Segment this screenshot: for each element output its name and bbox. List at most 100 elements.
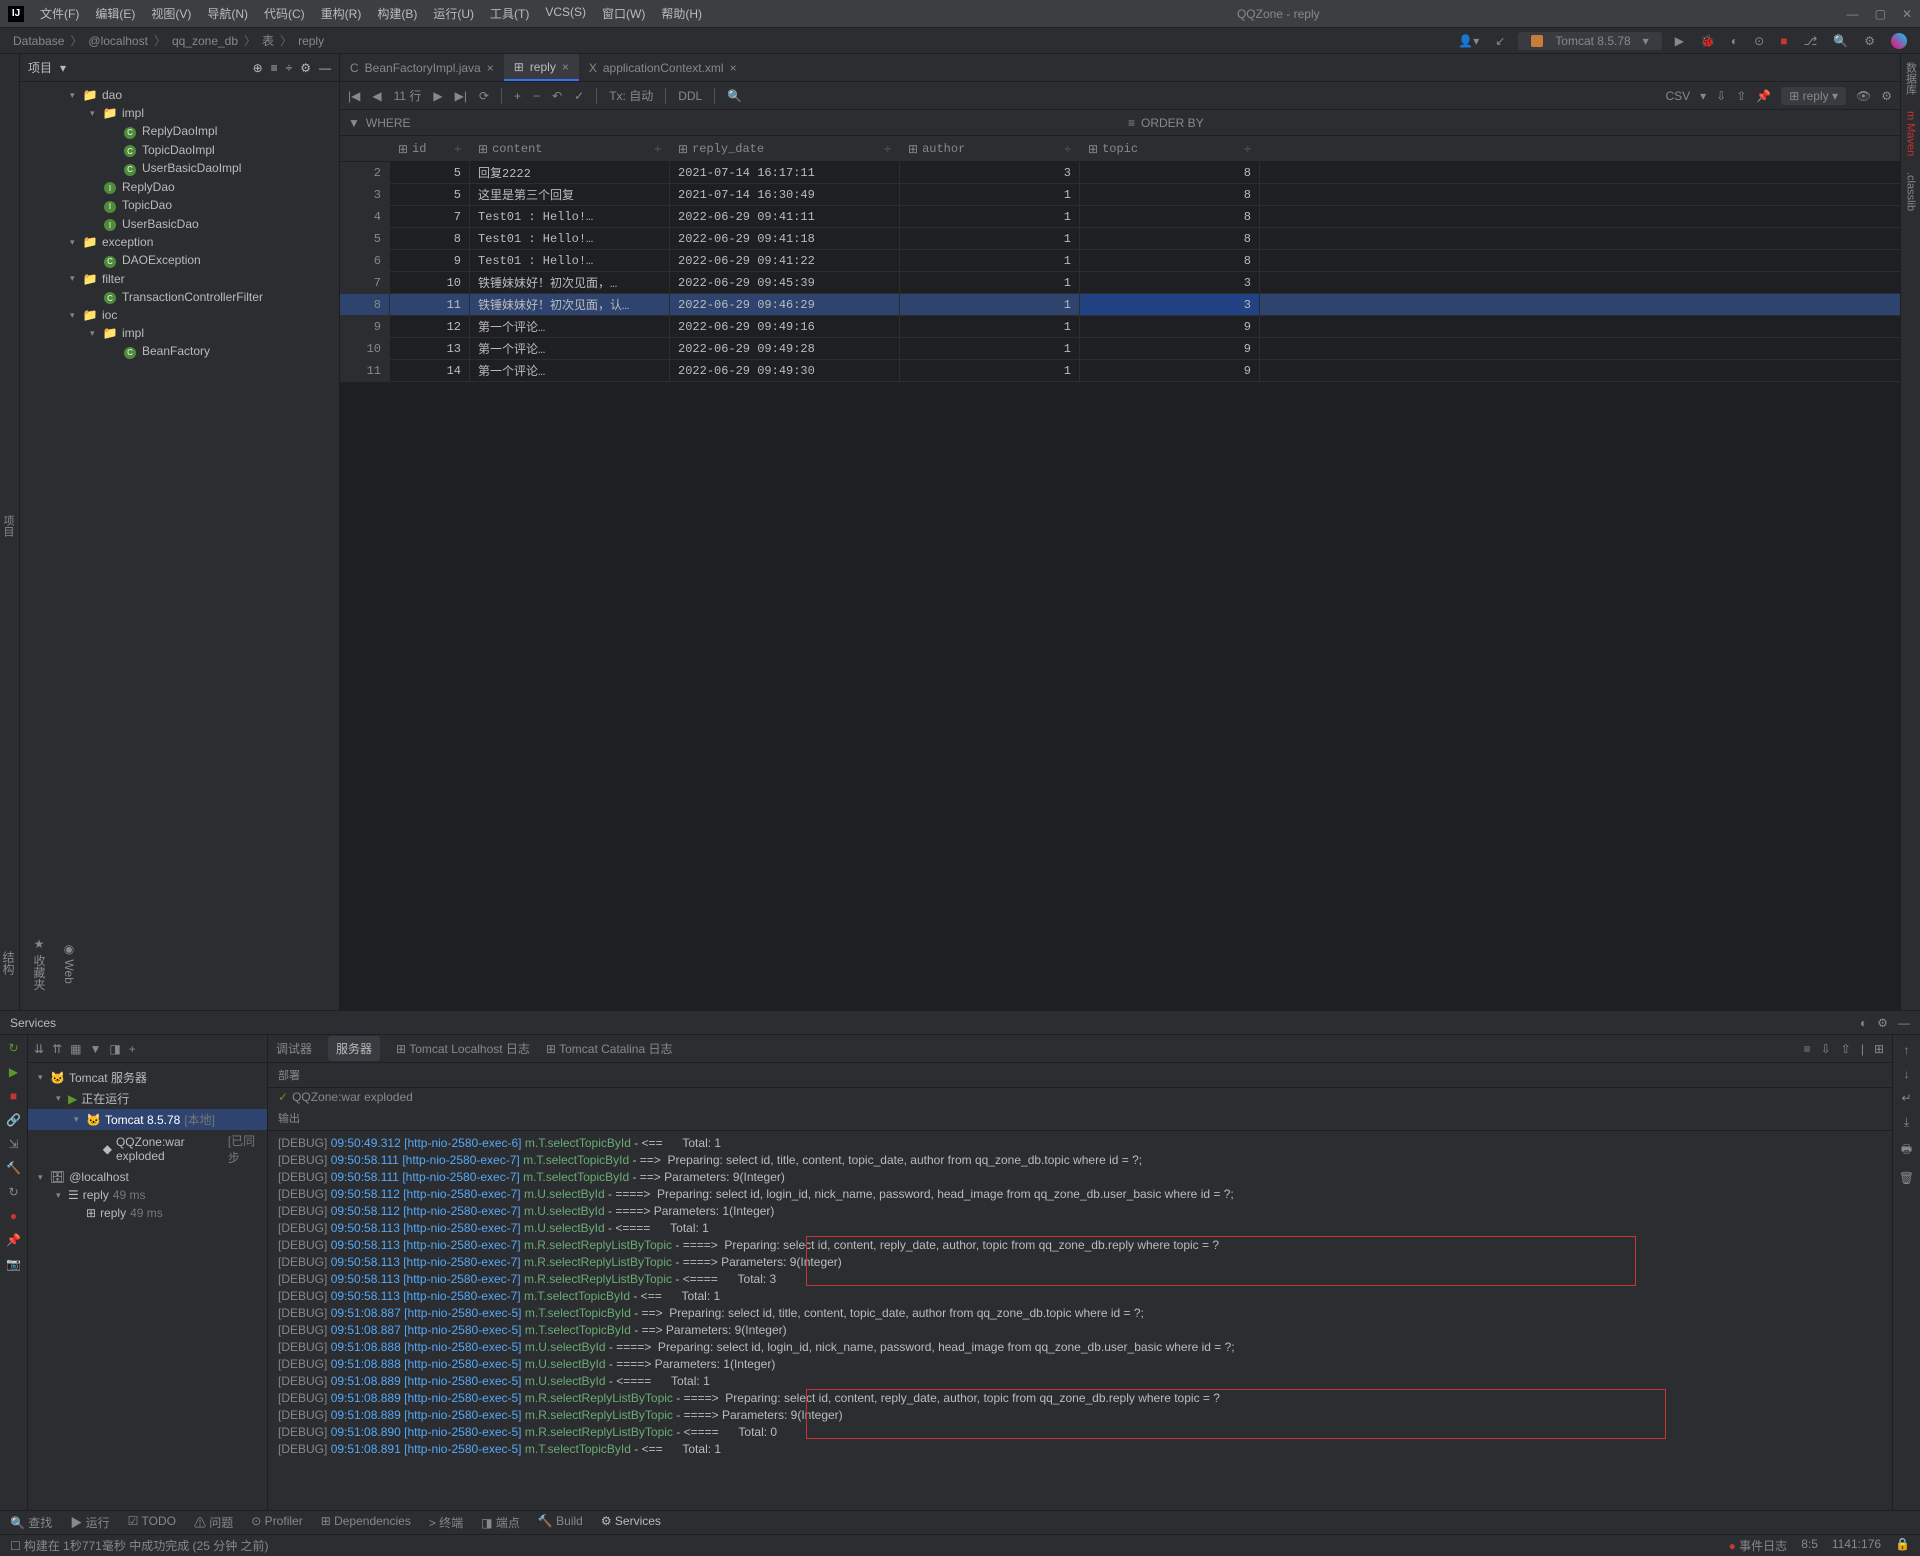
mute-icon[interactable]: ●: [10, 1209, 17, 1223]
project-tool-button[interactable]: 项目: [0, 515, 16, 537]
table-row[interactable]: 6 9 Test01 : Hello!… 2022-06-29 09:41:22…: [340, 250, 1900, 272]
git-icon[interactable]: ⎇: [1803, 34, 1817, 48]
breadcrumb-item[interactable]: Database: [13, 34, 64, 48]
menu-item[interactable]: 帮助(H): [653, 5, 710, 22]
service-node[interactable]: ▾🐱Tomcat 8.5.78[本地]: [28, 1109, 267, 1130]
group-icon[interactable]: ▦: [70, 1042, 81, 1056]
tree-node[interactable]: ▾📁impl: [20, 324, 339, 342]
gear-icon[interactable]: ⚙: [1877, 1016, 1888, 1030]
expand-all-icon[interactable]: ⇊: [34, 1042, 44, 1056]
menu-item[interactable]: 文件(F): [32, 5, 87, 22]
data-grid[interactable]: ⊞ id ÷⊞ content ÷⊞ reply_date ÷⊞ author …: [340, 136, 1900, 1010]
run-config-selector[interactable]: Tomcat 8.5.78 ▾: [1518, 32, 1661, 50]
upload-icon[interactable]: ⇧: [1736, 89, 1746, 103]
collapse-all-icon[interactable]: ⇈: [52, 1042, 62, 1056]
service-node[interactable]: ▾🗄@localhost: [28, 1168, 267, 1186]
layout-icon[interactable]: ≡: [1804, 1042, 1811, 1056]
bottom-tool-button[interactable]: 🔨 Build: [538, 1514, 583, 1531]
bottom-tool-button[interactable]: 🔍 查找: [10, 1514, 52, 1531]
console-tab[interactable]: 调试器: [276, 1040, 312, 1057]
tree-node[interactable]: CUserBasicDaoImpl: [20, 159, 339, 178]
download-icon[interactable]: ⇩: [1716, 89, 1726, 103]
where-label[interactable]: WHERE: [366, 116, 411, 130]
search-icon[interactable]: 🔍: [1833, 34, 1848, 48]
web-tool-button[interactable]: ◉ Web: [62, 942, 76, 984]
tree-node[interactable]: ▾📁exception: [20, 233, 339, 251]
revert-icon[interactable]: ↶: [552, 89, 562, 103]
database-tool-button[interactable]: 数据库: [1903, 62, 1919, 95]
sort-icon[interactable]: ≡: [1128, 116, 1135, 130]
refresh-icon[interactable]: ↻: [8, 1185, 18, 1199]
structure-tool-button[interactable]: 结构: [0, 951, 17, 975]
menu-item[interactable]: 构建(B): [369, 5, 425, 22]
gear-icon[interactable]: ⚙: [300, 61, 311, 75]
console-tab[interactable]: ⊞ Tomcat Localhost 日志: [396, 1040, 530, 1057]
column-header[interactable]: ⊞ reply_date ÷: [670, 136, 900, 161]
table-row[interactable]: 11 14 第一个评论… 2022-06-29 09:49:30 1 9: [340, 360, 1900, 382]
prev-page-icon[interactable]: ◀: [372, 89, 381, 103]
menu-item[interactable]: 重构(R): [313, 5, 370, 22]
favorites-tool-button[interactable]: ★ 收藏夹: [31, 937, 48, 990]
editor-tab[interactable]: XapplicationContext.xml×: [579, 54, 747, 81]
bottom-tool-button[interactable]: > 终端: [429, 1514, 463, 1531]
service-node[interactable]: ▾🐱Tomcat 服务器: [28, 1067, 267, 1088]
event-log[interactable]: 事件日志: [1739, 1539, 1787, 1553]
eye-icon[interactable]: 👁: [1856, 89, 1871, 103]
layout-icon[interactable]: ◐: [1860, 1016, 1867, 1030]
tree-node[interactable]: CBeanFactory: [20, 342, 339, 361]
clear-icon[interactable]: 🗑: [1899, 1171, 1914, 1185]
bottom-tool-button[interactable]: ⊞ Dependencies: [321, 1514, 411, 1531]
table-row[interactable]: 8 11 铁锤妹妹好！初次见面，认… 2022-06-29 09:46:29 1…: [340, 294, 1900, 316]
bottom-tool-button[interactable]: ◨ 端点: [481, 1514, 520, 1531]
services-tree[interactable]: ▾🐱Tomcat 服务器▾▶正在运行▾🐱Tomcat 8.5.78[本地]◆QQ…: [28, 1063, 267, 1510]
service-node[interactable]: ⊞reply49 ms: [28, 1204, 267, 1222]
user-icon[interactable]: 👤▾: [1458, 34, 1479, 48]
search-data-icon[interactable]: 🔍: [727, 89, 742, 103]
table-row[interactable]: 5 8 Test01 : Hello!… 2022-06-29 09:41:18…: [340, 228, 1900, 250]
tx-mode[interactable]: Tx: 自动: [609, 87, 653, 104]
menu-item[interactable]: 视图(V): [143, 5, 199, 22]
select-target-icon[interactable]: ⊕: [253, 61, 263, 75]
scroll-end-icon[interactable]: ⤓: [1904, 1115, 1909, 1130]
table-row[interactable]: 9 12 第一个评论… 2022-06-29 09:49:16 1 9: [340, 316, 1900, 338]
bottom-tool-button[interactable]: ⚠ 问题: [194, 1514, 233, 1531]
soft-wrap-icon[interactable]: ↵: [1901, 1091, 1911, 1105]
minimize-icon[interactable]: —: [1847, 7, 1859, 21]
add-icon[interactable]: +: [129, 1042, 136, 1056]
commit-icon[interactable]: ✓: [574, 89, 584, 103]
service-node[interactable]: ▾▶正在运行: [28, 1088, 267, 1109]
tree-node[interactable]: ▾📁impl: [20, 104, 339, 122]
table-row[interactable]: 4 7 Test01 : Hello!… 2022-06-29 09:41:11…: [340, 206, 1900, 228]
run-icon[interactable]: ▶: [9, 1065, 18, 1079]
first-page-icon[interactable]: |◀: [348, 89, 360, 103]
hide-icon[interactable]: —: [1898, 1016, 1910, 1030]
column-header[interactable]: ⊞ topic ÷: [1080, 136, 1260, 161]
menu-item[interactable]: 导航(N): [199, 5, 256, 22]
table-row[interactable]: 10 13 第一个评论… 2022-06-29 09:49:28 1 9: [340, 338, 1900, 360]
tree-node[interactable]: ITopicDao: [20, 196, 339, 215]
stop-icon[interactable]: ■: [10, 1089, 17, 1103]
close-icon[interactable]: ✕: [1902, 7, 1912, 21]
service-node[interactable]: ▾☰reply49 ms: [28, 1186, 267, 1204]
menu-item[interactable]: 代码(C): [256, 5, 313, 22]
tree-node[interactable]: IReplyDao: [20, 178, 339, 197]
menu-item[interactable]: 编辑(E): [87, 5, 143, 22]
bottom-tool-button[interactable]: ▶ 运行: [70, 1514, 109, 1531]
collapse-icon[interactable]: ÷: [286, 61, 293, 75]
pin-icon[interactable]: 📌: [6, 1233, 21, 1247]
delete-row-icon[interactable]: −: [533, 89, 540, 103]
avatar-icon[interactable]: [1891, 33, 1907, 49]
link-icon[interactable]: 🔗: [6, 1113, 21, 1127]
tree-node[interactable]: CDAOException: [20, 251, 339, 270]
next-page-icon[interactable]: ▶: [433, 89, 442, 103]
tree-node[interactable]: ▾📁filter: [20, 270, 339, 288]
back-icon[interactable]: ↙: [1495, 34, 1505, 48]
column-header[interactable]: ⊞ id ÷: [390, 136, 470, 161]
lock-icon[interactable]: 🔒: [1895, 1537, 1910, 1554]
breadcrumb-item[interactable]: @localhost: [88, 34, 148, 48]
tree-node[interactable]: CTransactionControllerFilter: [20, 288, 339, 307]
last-page-icon[interactable]: ▶|: [455, 89, 467, 103]
run-icon[interactable]: ▶: [1675, 34, 1684, 48]
deploy-icon[interactable]: ⇲: [8, 1137, 18, 1151]
scroll-up-icon[interactable]: ↑: [1904, 1043, 1910, 1057]
